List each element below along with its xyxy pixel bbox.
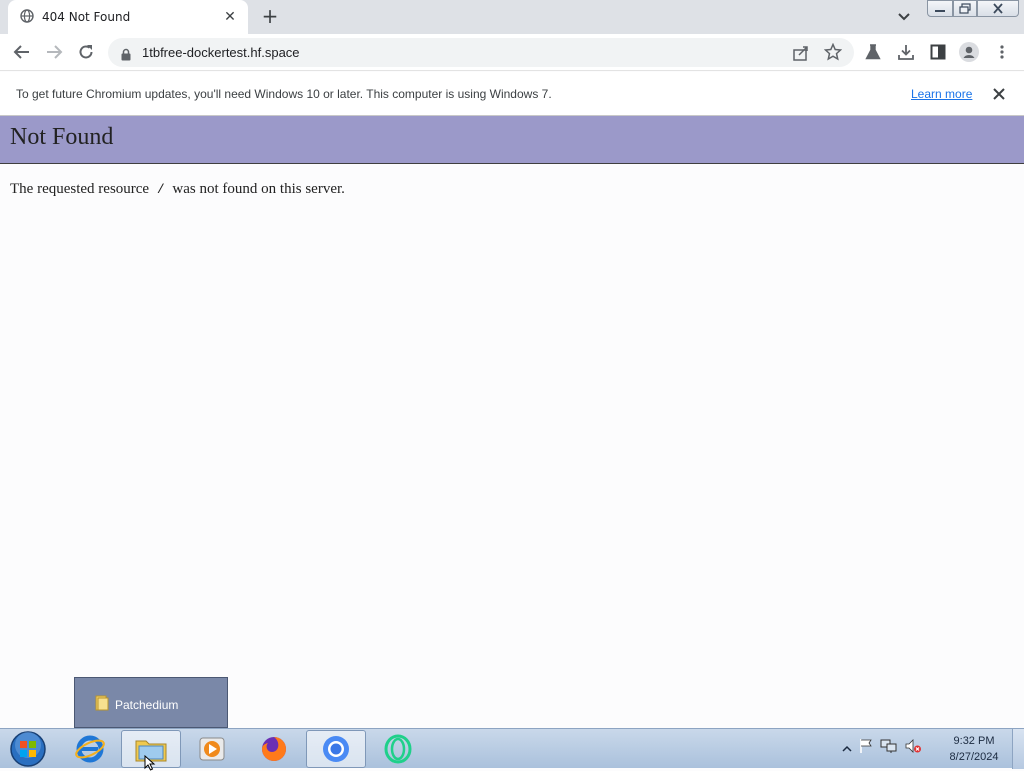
- infobar-message: To get future Chromium updates, you'll n…: [16, 87, 552, 101]
- opera-button[interactable]: [368, 730, 428, 768]
- media-player-icon: [199, 737, 225, 761]
- resource-path: /: [156, 182, 165, 197]
- infobar-close-icon[interactable]: [990, 85, 1008, 103]
- reload-icon[interactable]: [76, 42, 96, 62]
- restore-button[interactable]: [953, 0, 977, 17]
- show-hidden-icons-chevron-icon[interactable]: [842, 739, 852, 758]
- browser-tab[interactable]: 404 Not Found ✕: [8, 0, 248, 34]
- minimize-button[interactable]: [927, 0, 953, 17]
- action-center-flag-icon[interactable]: [858, 738, 874, 758]
- learn-more-link[interactable]: Learn more: [911, 72, 972, 116]
- address-bar[interactable]: 1tbfree-dockertest.hf.space: [108, 38, 854, 67]
- tab-close-icon[interactable]: ✕: [222, 9, 238, 25]
- file-explorer-button[interactable]: [121, 730, 181, 771]
- firefox-button[interactable]: [244, 730, 304, 768]
- network-icon[interactable]: [880, 738, 898, 758]
- media-player-button[interactable]: [182, 730, 242, 768]
- firefox-icon: [262, 737, 286, 761]
- error-text-suffix: was not found on this server.: [172, 181, 345, 197]
- bookmark-star-icon[interactable]: [823, 42, 843, 65]
- side-panel-icon[interactable]: [928, 42, 948, 62]
- tab-search-chevron-icon[interactable]: [894, 8, 914, 26]
- windows-orb-icon: [10, 731, 46, 767]
- folder-icon: [95, 695, 109, 715]
- tab-strip: 404 Not Found ✕ +: [0, 0, 1024, 34]
- taskbar-clock[interactable]: 9:32 PM 8/27/2024: [940, 733, 1008, 765]
- windows-taskbar: 9:32 PM 8/27/2024: [0, 728, 1024, 771]
- chromium-button[interactable]: [306, 730, 366, 768]
- internet-explorer-button[interactable]: [60, 730, 120, 768]
- chromium-icon: [323, 736, 349, 762]
- page-title: Not Found: [10, 124, 114, 150]
- labs-flask-icon[interactable]: [863, 42, 883, 62]
- show-desktop-button[interactable]: [1012, 729, 1024, 769]
- error-text-prefix: The requested resource: [10, 181, 150, 197]
- update-infobar: To get future Chromium updates, you'll n…: [0, 72, 1024, 116]
- tab-title: 404 Not Found: [42, 10, 131, 24]
- back-arrow-icon[interactable]: [12, 42, 32, 62]
- error-message: The requested resource / was not found o…: [10, 181, 345, 198]
- forward-arrow-icon[interactable]: [44, 42, 64, 62]
- share-icon[interactable]: [792, 44, 810, 66]
- taskbar-thumbnail-popup: Patchedium: [74, 677, 228, 728]
- mouse-cursor-icon: [144, 755, 156, 771]
- clock-date: 8/27/2024: [949, 751, 999, 763]
- browser-toolbar: 1tbfree-dockertest.hf.space: [0, 34, 1024, 71]
- page-header-bar: Not Found: [0, 116, 1024, 164]
- volume-muted-icon[interactable]: [904, 738, 922, 758]
- clock-time: 9:32 PM: [953, 735, 995, 747]
- start-button[interactable]: [0, 730, 58, 768]
- new-tab-button[interactable]: +: [258, 5, 282, 29]
- globe-icon: [20, 8, 34, 27]
- window-controls: [927, 0, 1019, 18]
- close-window-button[interactable]: [977, 0, 1019, 17]
- download-icon[interactable]: [896, 42, 916, 62]
- kebab-menu-icon[interactable]: [992, 42, 1012, 62]
- profile-avatar-icon[interactable]: [959, 42, 979, 62]
- popup-window-label: Patchedium: [115, 698, 179, 712]
- internet-explorer-icon: [75, 735, 105, 763]
- popup-window-item[interactable]: Patchedium: [95, 695, 178, 715]
- opera-icon: [384, 734, 412, 764]
- lock-icon[interactable]: [120, 46, 132, 65]
- url-text: 1tbfree-dockertest.hf.space: [142, 45, 300, 60]
- system-tray: [842, 738, 922, 758]
